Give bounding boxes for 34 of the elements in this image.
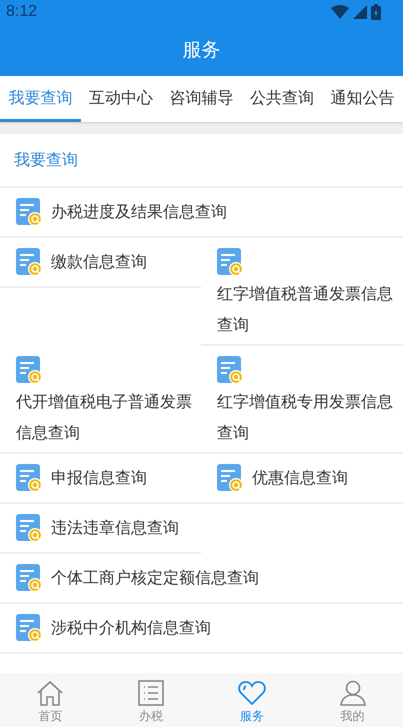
document-search-icon bbox=[217, 248, 243, 276]
query-item[interactable]: 代开增值税电子普通发票信息查询 bbox=[0, 346, 201, 454]
query-item[interactable]: 申报信息查询 bbox=[0, 454, 201, 504]
query-item[interactable]: 红字增值税专用发票信息查询 bbox=[201, 346, 403, 454]
document-search-icon bbox=[16, 614, 42, 642]
tab[interactable]: 通知公告 bbox=[322, 76, 403, 122]
tab[interactable]: 咨询辅导 bbox=[161, 76, 242, 122]
query-item[interactable]: 个体工商户核定定额信息查询 bbox=[0, 554, 403, 604]
query-item[interactable]: 涉税中介机构信息查询 bbox=[0, 604, 403, 654]
wifi-icon bbox=[331, 5, 349, 19]
home-icon bbox=[37, 680, 64, 706]
page-title: 服务 bbox=[182, 38, 222, 63]
document-search-icon bbox=[217, 464, 243, 492]
tab[interactable]: 公共查询 bbox=[242, 76, 322, 122]
status-time: 8:12 bbox=[6, 3, 38, 21]
query-item[interactable]: 违法违章信息查询 bbox=[0, 504, 201, 554]
query-item[interactable]: 办税进度及结果信息查询 bbox=[0, 188, 403, 238]
query-item[interactable]: 缴款信息查询 bbox=[0, 238, 201, 288]
document-search-icon bbox=[217, 356, 243, 384]
tab[interactable]: 互动中心 bbox=[80, 76, 162, 122]
person-icon bbox=[340, 680, 366, 706]
query-item[interactable]: 红字增值税普通发票信息查询 bbox=[201, 238, 403, 346]
document-search-icon bbox=[16, 248, 42, 276]
list-icon bbox=[138, 680, 164, 706]
document-search-icon bbox=[16, 464, 42, 492]
query-item[interactable]: 优惠信息查询 bbox=[201, 454, 403, 504]
document-search-icon bbox=[16, 356, 42, 384]
document-search-icon bbox=[16, 198, 42, 226]
signal-icon bbox=[353, 5, 367, 19]
section-title: 我要查询 bbox=[0, 134, 403, 188]
heart-icon bbox=[238, 680, 266, 706]
battery-icon bbox=[371, 4, 381, 20]
document-search-icon bbox=[16, 514, 42, 542]
document-search-icon bbox=[16, 564, 42, 592]
